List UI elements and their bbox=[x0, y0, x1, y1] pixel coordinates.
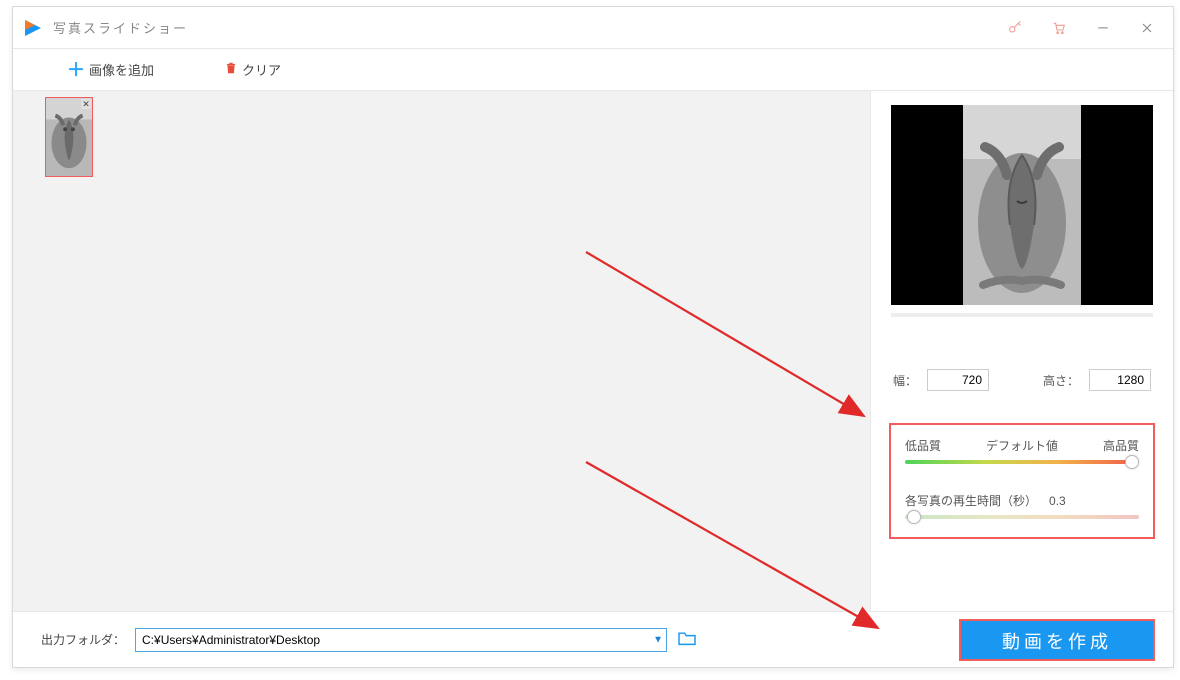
quality-panel: 低品質 デフォルト値 高品質 各写真の再生時間（秒） 0.3 bbox=[889, 423, 1155, 539]
duration-slider-thumb[interactable] bbox=[907, 510, 921, 524]
output-path-input[interactable] bbox=[135, 628, 667, 652]
preview-image bbox=[963, 105, 1081, 305]
footer: 出力フォルダ： ▼ 動画を作成 bbox=[13, 611, 1173, 667]
create-video-button[interactable]: 動画を作成 bbox=[959, 619, 1155, 661]
create-video-label: 動画を作成 bbox=[1002, 632, 1112, 652]
width-label: 幅： bbox=[893, 372, 917, 389]
quality-slider[interactable] bbox=[905, 460, 1139, 464]
duration-label: 各写真の再生時間（秒） bbox=[905, 492, 1037, 509]
dimensions-row: 幅： 高さ： bbox=[889, 369, 1155, 391]
plus-icon: ＋ bbox=[67, 61, 85, 79]
app-logo-icon bbox=[21, 16, 45, 40]
add-images-button[interactable]: ＋ 画像を追加 bbox=[67, 60, 154, 79]
side-panel: 幅： 高さ： 低品質 デフォルト値 高品質 各写真の再生時間（秒） 0.3 bbox=[871, 91, 1173, 611]
clear-label: クリア bbox=[242, 60, 281, 79]
main-area: ✕ bbox=[13, 91, 1173, 611]
image-canvas[interactable]: ✕ bbox=[13, 91, 871, 611]
toolbar: ＋ 画像を追加 クリア bbox=[13, 49, 1173, 91]
clear-button[interactable]: クリア bbox=[224, 60, 281, 79]
app-window: 写真スライドショー ＋ 画像を追加 クリア bbox=[12, 6, 1174, 668]
output-folder-label: 出力フォルダ： bbox=[41, 631, 125, 648]
browse-folder-button[interactable] bbox=[677, 630, 697, 649]
titlebar: 写真スライドショー bbox=[13, 7, 1173, 49]
duration-value: 0.3 bbox=[1049, 494, 1066, 508]
height-label: 高さ： bbox=[1043, 372, 1079, 389]
app-title: 写真スライドショー bbox=[53, 18, 188, 37]
height-input[interactable] bbox=[1089, 369, 1151, 391]
quality-labels: 低品質 デフォルト値 高品質 bbox=[905, 437, 1139, 454]
trash-icon bbox=[224, 61, 238, 78]
scrub-bar[interactable] bbox=[891, 313, 1153, 317]
thumbnail[interactable]: ✕ bbox=[45, 97, 93, 177]
thumbnail-remove-icon[interactable]: ✕ bbox=[81, 99, 91, 109]
preview-area bbox=[891, 105, 1153, 305]
duration-slider[interactable] bbox=[905, 515, 1139, 519]
cart-icon[interactable] bbox=[1037, 13, 1081, 43]
add-images-label: 画像を追加 bbox=[89, 60, 154, 79]
key-icon[interactable] bbox=[993, 13, 1037, 43]
duration-row: 各写真の再生時間（秒） 0.3 bbox=[905, 492, 1139, 509]
width-input[interactable] bbox=[927, 369, 989, 391]
minimize-button[interactable] bbox=[1081, 13, 1125, 43]
close-button[interactable] bbox=[1125, 13, 1169, 43]
output-path-field[interactable]: ▼ bbox=[135, 628, 667, 652]
quality-default-label: デフォルト値 bbox=[986, 437, 1058, 454]
quality-high-label: 高品質 bbox=[1103, 437, 1139, 454]
quality-low-label: 低品質 bbox=[905, 437, 941, 454]
quality-slider-thumb[interactable] bbox=[1125, 455, 1139, 469]
